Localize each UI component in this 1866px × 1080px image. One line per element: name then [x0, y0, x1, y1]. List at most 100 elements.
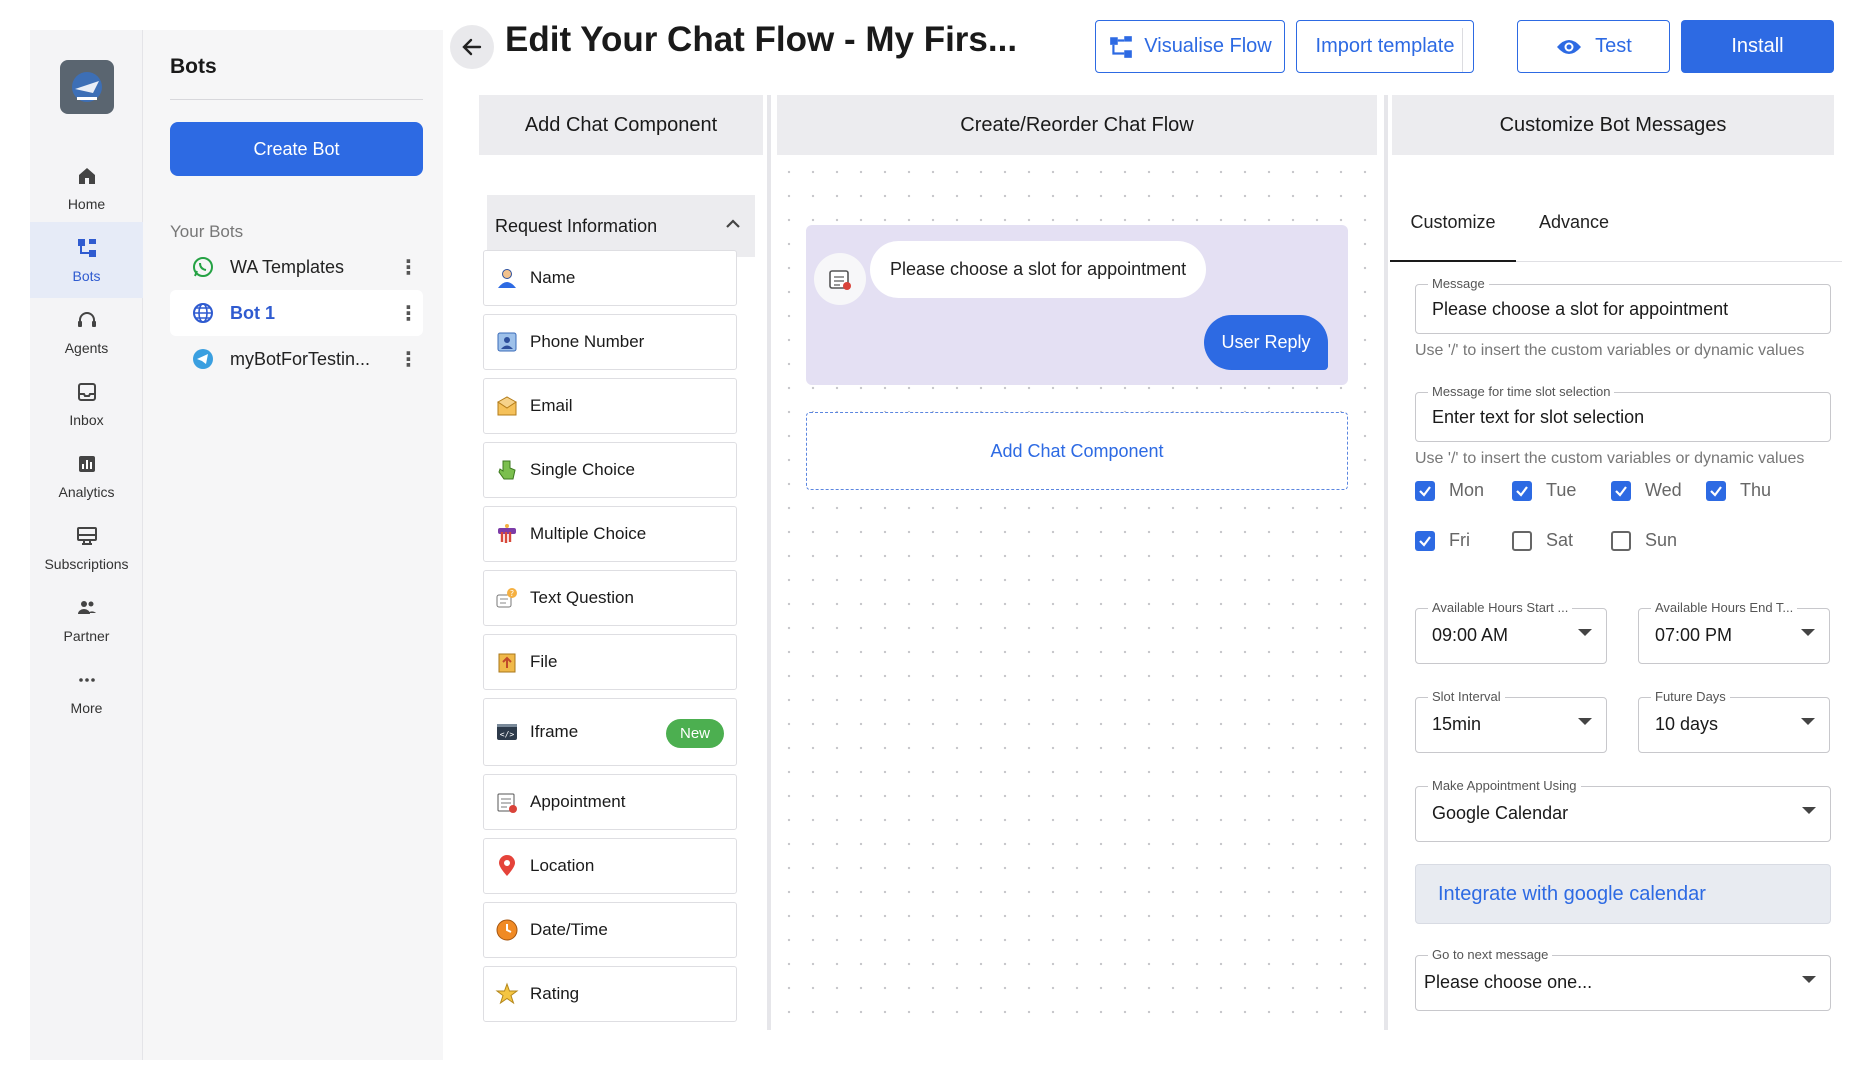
slot-message-field[interactable]: Message for time slot selection Enter te…	[1415, 384, 1831, 442]
install-button[interactable]: Install	[1681, 20, 1834, 73]
bot-item-wa-templates[interactable]: WA Templates ⋮	[170, 244, 423, 290]
flow-node-appointment[interactable]: Please choose a slot for appointment Use…	[806, 225, 1348, 385]
component-phone-number[interactable]: Phone Number	[483, 314, 737, 370]
integrate-google-calendar-button[interactable]: Integrate with google calendar	[1415, 864, 1831, 924]
user-reply-bubble: User Reply	[1204, 315, 1328, 370]
component-iframe[interactable]: </> Iframe New	[483, 698, 737, 766]
bot-message-bubble: Please choose a slot for appointment	[870, 241, 1207, 298]
field-label: Go to next message	[1428, 947, 1553, 962]
message-field[interactable]: Message Please choose a slot for appoint…	[1415, 276, 1831, 334]
kebab-menu-icon[interactable]: ⋮	[393, 255, 423, 280]
field-value: Please choose a slot for appointment	[1432, 299, 1729, 319]
tab-advance[interactable]: Advance	[1516, 212, 1632, 262]
file-icon	[494, 649, 520, 675]
component-label: Multiple Choice	[530, 524, 647, 543]
caret-down-icon	[1578, 718, 1592, 725]
bot-name: myBotForTestin...	[230, 348, 371, 369]
subscriptions-icon	[76, 527, 97, 545]
column-divider	[1384, 95, 1388, 1030]
test-button[interactable]: Test	[1517, 20, 1670, 73]
component-single-choice[interactable]: Single Choice	[483, 442, 737, 498]
component-date-time[interactable]: Date/Time	[483, 902, 737, 958]
column-divider	[767, 95, 771, 1030]
field-value: 15min	[1432, 714, 1482, 734]
chevron-up-icon	[726, 219, 740, 228]
component-email[interactable]: Email	[483, 378, 737, 434]
nav-more[interactable]: More	[30, 654, 143, 730]
headset-icon	[77, 312, 96, 327]
component-text-question[interactable]: ? Text Question	[483, 570, 737, 626]
field-value: Please choose one...	[1424, 972, 1593, 992]
component-label: Text Question	[530, 588, 634, 607]
tab-customize[interactable]: Customize	[1390, 212, 1516, 262]
slot-interval-select[interactable]: Slot Interval 15min	[1415, 689, 1607, 753]
add-chat-component-dropzone[interactable]: Add Chat Component	[806, 412, 1348, 490]
next-message-select[interactable]: Go to next message Please choose one...	[1415, 947, 1831, 1011]
caret-down-icon	[1801, 718, 1815, 725]
nav-subscriptions[interactable]: Subscriptions	[30, 510, 143, 586]
kebab-menu-icon[interactable]: ⋮	[393, 347, 423, 372]
bot-name: Bot 1	[230, 302, 275, 323]
field-value: Enter text for slot selection	[1432, 407, 1645, 427]
nav-agents[interactable]: Agents	[30, 294, 143, 370]
eye-icon	[1557, 39, 1582, 54]
back-button[interactable]	[450, 25, 494, 69]
checkbox-unchecked-icon	[1512, 530, 1532, 551]
start-hours-select[interactable]: Available Hours Start ... 09:00 AM	[1415, 600, 1607, 664]
telegram-icon	[190, 346, 216, 372]
day-checkbox-fri[interactable]: Fri	[1415, 530, 1470, 551]
day-checkbox-sun[interactable]: Sun	[1611, 530, 1677, 551]
component-label: Email	[530, 396, 573, 415]
component-appointment[interactable]: Appointment	[483, 774, 737, 830]
analytics-icon	[78, 456, 95, 472]
field-label: Message	[1428, 276, 1489, 291]
bots-title: Bots	[170, 55, 217, 78]
nav-label: Analytics	[58, 484, 115, 500]
bot-avatar	[814, 253, 866, 305]
component-label: Rating	[530, 984, 580, 1003]
day-label: Sat	[1546, 530, 1574, 550]
nav-label: Home	[67, 196, 106, 212]
company-logo[interactable]	[60, 60, 114, 114]
future-days-select[interactable]: Future Days 10 days	[1638, 689, 1830, 753]
nav-label: Inbox	[69, 412, 104, 428]
end-hours-select[interactable]: Available Hours End T... 07:00 PM	[1638, 600, 1830, 664]
nav-analytics[interactable]: Analytics	[30, 438, 143, 514]
create-bot-button[interactable]: Create Bot	[170, 122, 423, 176]
bot-item-mybotfortesting[interactable]: myBotForTestin... ⋮	[170, 336, 423, 382]
nav-home[interactable]: Home	[30, 150, 143, 226]
nav-label: Agents	[64, 340, 109, 356]
visualise-flow-button[interactable]: Visualise Flow	[1095, 20, 1285, 73]
add-chat-component-heading: Add Chat Component	[479, 95, 763, 155]
component-location[interactable]: Location	[483, 838, 737, 894]
day-checkbox-mon[interactable]: Mon	[1415, 480, 1484, 501]
component-label: Phone Number	[530, 332, 645, 351]
kebab-menu-icon[interactable]: ⋮	[393, 301, 423, 326]
bot-item-bot-1[interactable]: Bot 1 ⋮	[170, 290, 423, 336]
request-information-accordion[interactable]: Request Information	[487, 195, 755, 257]
component-label: Iframe	[530, 722, 579, 741]
import-template-button[interactable]: Import template	[1296, 20, 1474, 73]
envelope-icon	[494, 393, 520, 419]
customize-heading: Customize Bot Messages	[1392, 95, 1834, 155]
day-checkbox-thu[interactable]: Thu	[1706, 480, 1771, 501]
component-name[interactable]: Name	[483, 250, 737, 306]
clock-icon	[494, 917, 520, 943]
day-label: Wed	[1645, 480, 1682, 500]
nav-bots[interactable]: Bots	[30, 222, 143, 298]
nav-partner[interactable]: Partner	[30, 582, 143, 658]
field-value: 10 days	[1655, 714, 1719, 734]
nav-inbox[interactable]: Inbox	[30, 366, 143, 442]
component-multiple-choice[interactable]: Multiple Choice	[483, 506, 737, 562]
component-file[interactable]: File	[483, 634, 737, 690]
day-checkbox-wed[interactable]: Wed	[1611, 480, 1682, 501]
field-label: Available Hours Start ...	[1428, 600, 1573, 615]
component-rating[interactable]: Rating	[483, 966, 737, 1022]
accordion-label: Request Information	[495, 215, 658, 236]
appointment-using-select[interactable]: Make Appointment Using Google Calendar	[1415, 778, 1831, 842]
caret-down-icon	[1802, 807, 1816, 814]
pointing-hand-icon	[494, 457, 520, 483]
day-checkbox-tue[interactable]: Tue	[1512, 480, 1576, 501]
day-checkbox-sat[interactable]: Sat	[1512, 530, 1573, 551]
checkbox-checked-icon	[1415, 530, 1435, 551]
